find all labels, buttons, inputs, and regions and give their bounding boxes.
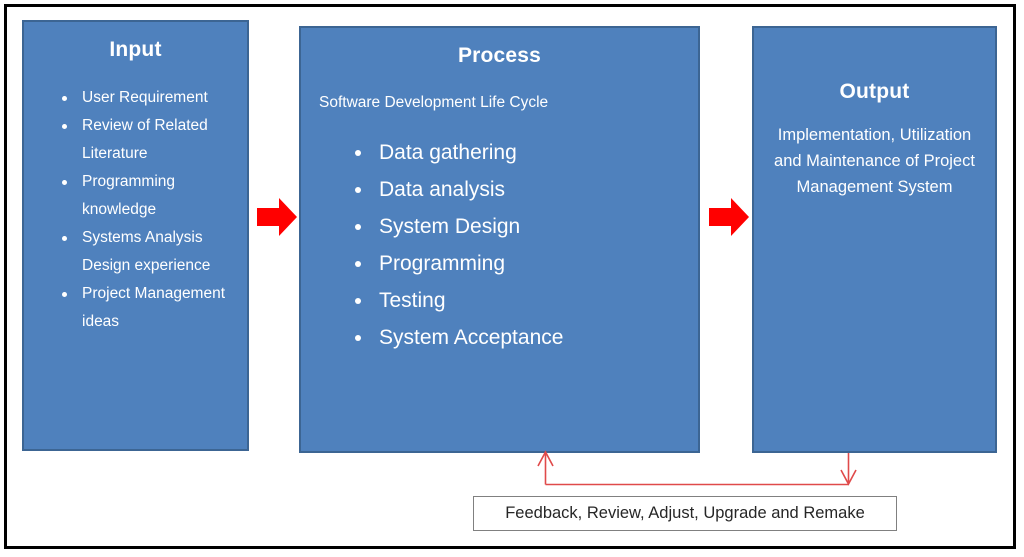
feedback-label: Feedback, Review, Adjust, Upgrade and Re… <box>505 504 865 522</box>
right-arrow-icon-input-to-process <box>257 198 297 236</box>
process-title: Process <box>457 44 542 67</box>
input-box: Input User Requirement Review of Related… <box>22 20 249 451</box>
list-item: System Design <box>349 208 698 245</box>
output-description: Implementation, Utilization and Maintena… <box>774 126 975 196</box>
input-bullet-list: User Requirement Review of Related Liter… <box>58 84 239 336</box>
process-box: Process Software Development Life Cycle … <box>299 26 700 453</box>
process-bullet-list: Data gathering Data analysis System Desi… <box>349 134 698 356</box>
list-item: Data analysis <box>349 171 698 208</box>
list-item: Programming <box>349 245 698 282</box>
right-arrow-icon-process-to-output <box>709 198 749 236</box>
diagram-canvas: Input User Requirement Review of Related… <box>0 0 1024 557</box>
list-item: Testing <box>349 282 698 319</box>
input-title: Input <box>109 38 162 61</box>
process-subtitle: Software Development Life Cycle <box>319 94 549 111</box>
feedback-text-box: Feedback, Review, Adjust, Upgrade and Re… <box>473 496 897 531</box>
list-item: System Acceptance <box>349 319 698 356</box>
output-title: Output <box>839 80 910 103</box>
list-item: Systems Analysis Design experience <box>58 224 239 280</box>
list-item: User Requirement <box>58 84 239 112</box>
list-item: Data gathering <box>349 134 698 171</box>
list-item: Review of Related Literature <box>58 112 239 168</box>
output-box: Output Implementation, Utilization and M… <box>752 26 997 453</box>
list-item: Programming knowledge <box>58 168 239 224</box>
list-item: Project Management ideas <box>58 280 239 336</box>
